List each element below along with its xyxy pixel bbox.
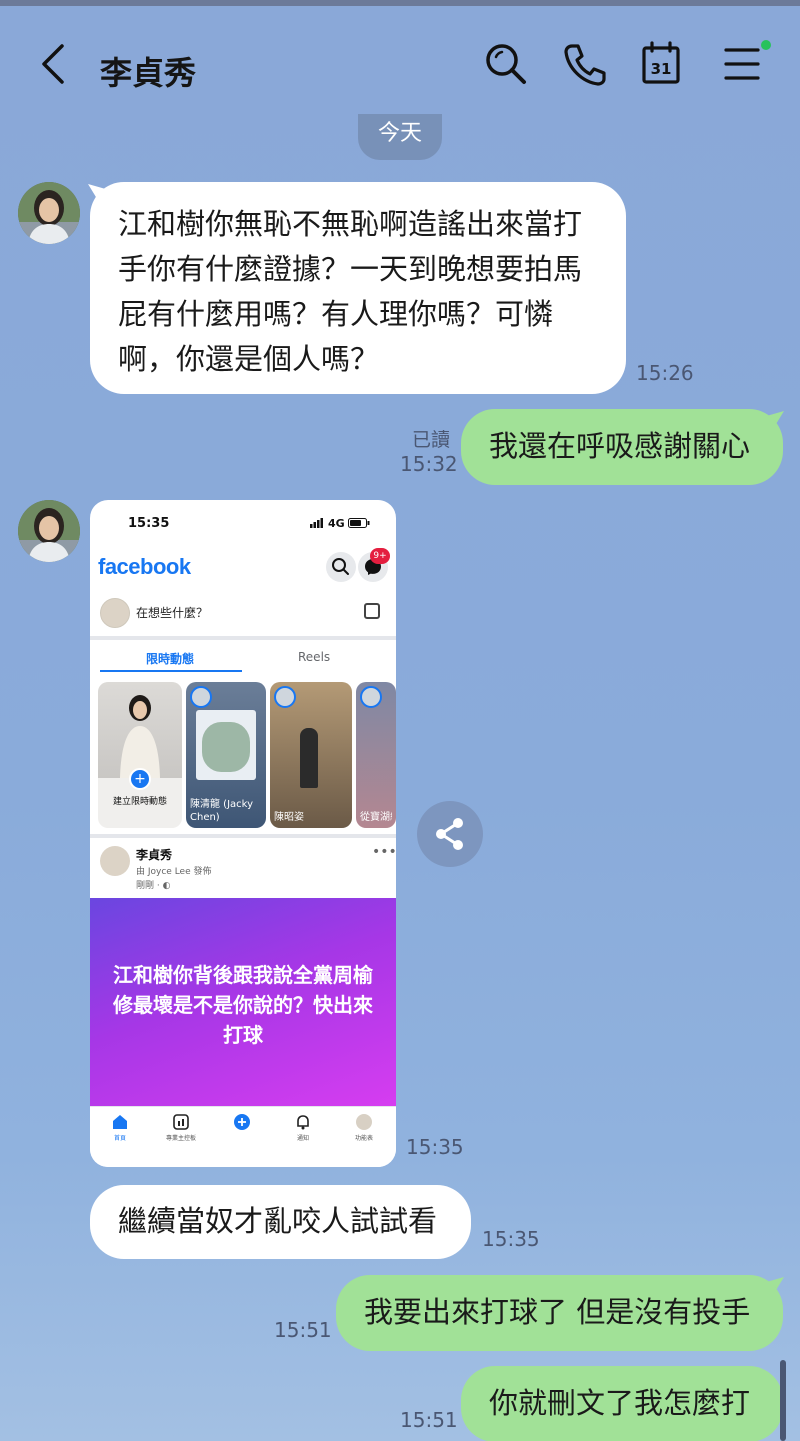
divider — [90, 834, 396, 838]
fb-nav-label: 功能表 — [354, 1135, 373, 1142]
message-timestamp: 15:32 — [400, 452, 458, 476]
calendar-icon: 31 — [642, 41, 680, 84]
incoming-message-bubble[interactable]: 江和樹你無恥不無恥啊造謠出來當打 手你有什麼證據？一天到晚想要拍馬 屁有什麼用嗎… — [90, 182, 626, 394]
fb-nav-notifications: 通知 — [273, 1113, 333, 1142]
search-icon — [332, 558, 349, 575]
divider — [90, 636, 396, 640]
story-card: 陳昭姿 — [270, 682, 352, 828]
avatar-photo-icon — [18, 182, 80, 244]
fb-nav-dashboard: 專業主控板 — [151, 1113, 211, 1142]
chat-header: 李貞秀 31 — [0, 6, 800, 116]
post-text: 江和樹你背後跟我說全黨周榆修最壞是不是你說的？快出來打球 — [113, 963, 373, 1047]
fb-tab-stories: 限時動態 — [146, 652, 195, 666]
post-time: 剛剛 · ◐ — [136, 881, 171, 891]
person-photo-icon — [120, 695, 160, 778]
fb-search-button — [326, 552, 356, 582]
phone-icon — [564, 44, 606, 86]
fb-status-bar: 15:35 4G — [90, 500, 396, 546]
date-separator: 今天 — [358, 114, 442, 160]
share-button[interactable] — [417, 801, 483, 867]
avatar-photo-icon — [18, 500, 80, 562]
more-options-icon: ••• — [372, 844, 396, 860]
signal-icon — [310, 518, 323, 528]
notification-badge: 9+ — [370, 548, 390, 564]
message-line: 江和樹你無恥不無恥啊造謠出來當打 — [118, 207, 583, 241]
facebook-logo: facebook — [98, 554, 191, 579]
back-chevron-icon — [42, 44, 64, 84]
message-timestamp: 15:26 — [636, 361, 694, 385]
search-icon — [486, 44, 526, 84]
profile-icon — [356, 1114, 372, 1130]
fb-user-avatar — [100, 598, 130, 628]
fb-tab-reels: Reels — [298, 650, 331, 664]
shared-screenshot-image[interactable]: 15:35 4G facebook 9+ 在想些什麼？ 限時動態 Reels +… — [90, 500, 396, 1167]
read-receipt: 已讀 — [412, 429, 451, 451]
fb-nav-label: 首頁 — [113, 1135, 126, 1142]
story-label: 建立限時動態 — [112, 797, 167, 807]
fb-nav-home: 首頁 — [90, 1113, 150, 1142]
message-timestamp: 15:35 — [406, 1135, 464, 1159]
message-text: 我還在呼吸感謝關心 — [489, 429, 751, 463]
outgoing-message-bubble[interactable]: 我要出來打球了 但是沒有投手 — [336, 1275, 783, 1351]
contact-avatar[interactable] — [18, 500, 80, 562]
message-line: 手你有什麼證據？一天到晚想要拍馬 — [118, 252, 583, 286]
story-label: 陳清龍 (Jacky Chen) — [190, 799, 254, 823]
message-text: 繼續當奴才亂咬人試試看 — [118, 1204, 438, 1238]
message-timestamp: 15:51 — [400, 1408, 458, 1432]
share-icon — [436, 818, 463, 850]
battery-icon — [348, 518, 370, 528]
message-text: 我要出來打球了 但是沒有投手 — [364, 1295, 751, 1329]
home-icon — [113, 1115, 127, 1129]
scrollbar[interactable] — [780, 1360, 786, 1441]
story-card: 從寶湖綠 — [356, 682, 396, 828]
story-label: 陳昭姿 — [274, 812, 304, 823]
bell-icon — [297, 1115, 309, 1130]
fb-bottom-nav: 首頁 專業主控板 通知 功能表 — [90, 1106, 396, 1167]
dashboard-icon — [173, 1114, 189, 1130]
network-type: 4G — [328, 517, 345, 530]
fb-nav-menu: 功能表 — [334, 1113, 394, 1142]
story-label: 從寶湖綠 — [360, 812, 392, 823]
post-meta: 由 Joyce Lee 發佈 — [136, 867, 212, 877]
message-line: 啊，你還是個人嗎？ — [118, 342, 380, 376]
fb-compose-placeholder: 在想些什麼？ — [136, 606, 209, 620]
fb-status-time: 15:35 — [128, 516, 170, 531]
message-timestamp: 15:35 — [482, 1227, 540, 1251]
add-story-icon: + — [129, 768, 151, 790]
post-text-background: 江和樹你背後跟我說全黨周榆修最壞是不是你說的？快出來打球 — [90, 898, 396, 1106]
online-status-dot — [761, 40, 771, 50]
story-card-create: + 建立限時動態 — [98, 682, 182, 828]
calendar-button[interactable]: 31 — [636, 38, 688, 90]
fb-nav-label: 通知 — [296, 1135, 309, 1142]
message-timestamp: 15:51 — [274, 1318, 332, 1342]
photo-icon — [364, 603, 380, 619]
chat-title: 李貞秀 — [100, 54, 197, 92]
search-button[interactable] — [480, 38, 532, 90]
post-author-name: 李貞秀 — [136, 848, 173, 862]
back-button[interactable] — [34, 38, 74, 90]
call-button[interactable] — [558, 38, 610, 90]
message-text: 你就刪文了我怎麼打 — [489, 1386, 751, 1420]
fb-nav-label: 專業主控板 — [165, 1135, 196, 1142]
plus-circle-icon — [234, 1114, 250, 1130]
contact-avatar[interactable] — [18, 182, 80, 244]
post-author-avatar — [100, 846, 130, 876]
message-line: 屁有什麼用嗎？有人理你嗎？可憐 — [118, 297, 554, 331]
calendar-day-label: 31 — [651, 60, 672, 78]
outgoing-message-bubble[interactable]: 你就刪文了我怎麼打 — [461, 1366, 783, 1441]
story-card: 陳清龍 (Jacky Chen) — [186, 682, 266, 828]
active-tab-indicator — [100, 670, 242, 672]
incoming-message-bubble[interactable]: 繼續當奴才亂咬人試試看 — [90, 1185, 471, 1259]
outgoing-message-bubble[interactable]: 我還在呼吸感謝關心 — [461, 409, 783, 485]
fb-nav-create — [212, 1113, 272, 1131]
